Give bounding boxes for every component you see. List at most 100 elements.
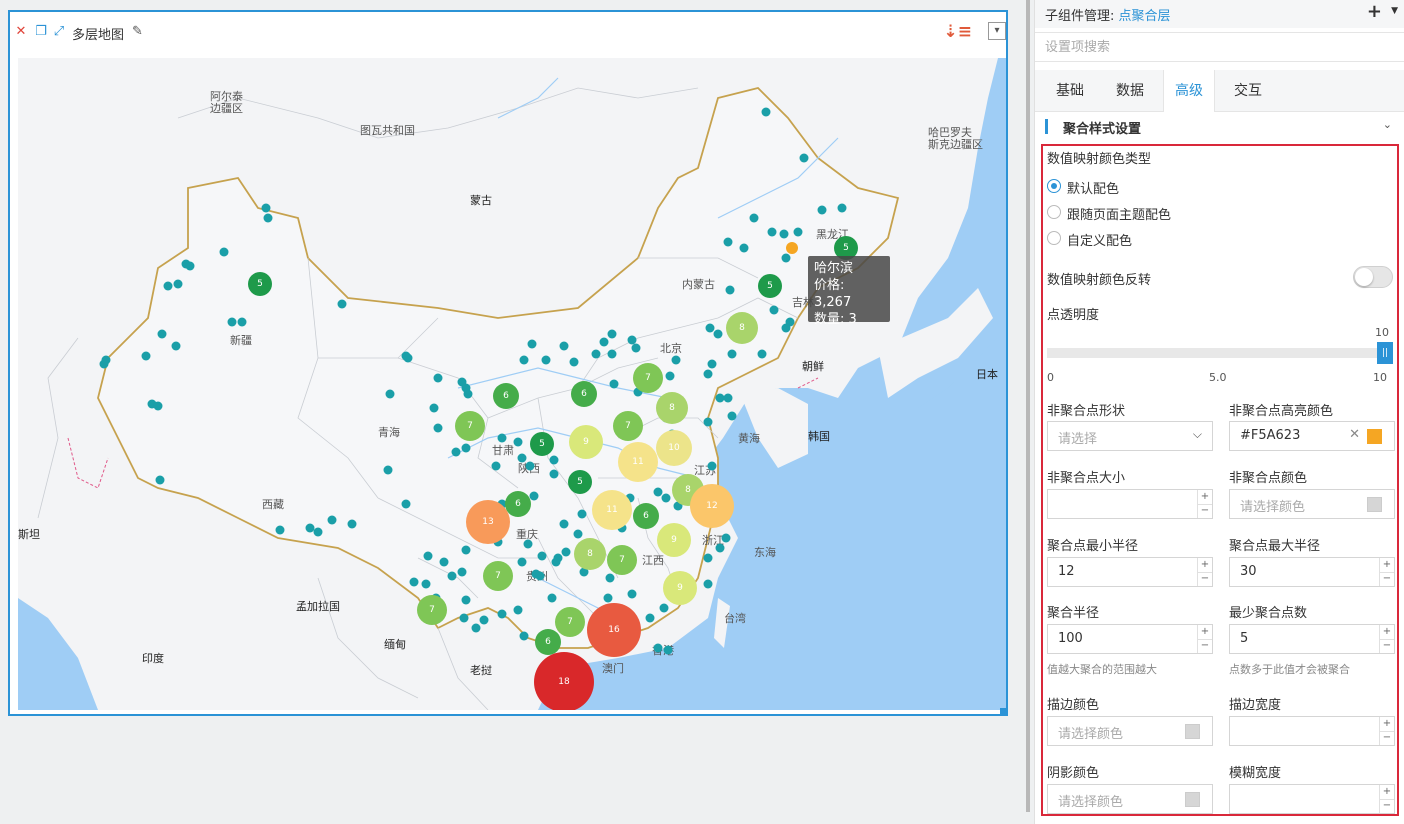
- chevron-down-icon[interactable]: ⌄: [1383, 118, 1392, 131]
- cluster-marker[interactable]: 9: [569, 425, 603, 459]
- map-point[interactable]: [157, 329, 167, 339]
- map-point[interactable]: [513, 605, 523, 615]
- map-point[interactable]: [313, 527, 323, 537]
- map-point[interactable]: [497, 433, 507, 443]
- increment-button[interactable]: +: [1198, 625, 1212, 640]
- map-point[interactable]: [463, 389, 473, 399]
- copy-icon[interactable]: ❐: [34, 25, 48, 39]
- map-point[interactable]: [261, 203, 271, 213]
- decrement-button[interactable]: −: [1198, 504, 1212, 518]
- map-point[interactable]: [451, 447, 461, 457]
- map-point[interactable]: [607, 329, 617, 339]
- map-point[interactable]: [749, 213, 759, 223]
- map-point[interactable]: [523, 539, 533, 549]
- map-point[interactable]: [547, 593, 557, 603]
- map-point[interactable]: [609, 379, 619, 389]
- clear-icon[interactable]: ✕: [1349, 427, 1360, 442]
- tab-data[interactable]: 数据: [1105, 70, 1155, 112]
- map-point[interactable]: [645, 613, 655, 623]
- map-point[interactable]: [723, 393, 733, 403]
- cluster-marker[interactable]: 9: [663, 571, 697, 605]
- map-point[interactable]: [577, 509, 587, 519]
- map-point[interactable]: [707, 461, 717, 471]
- map-point[interactable]: [471, 623, 481, 633]
- cluster-marker[interactable]: 7: [455, 411, 485, 441]
- map-point[interactable]: [163, 281, 173, 291]
- map-point[interactable]: [591, 349, 601, 359]
- map-point[interactable]: [519, 355, 529, 365]
- map-point[interactable]: [781, 323, 791, 333]
- map-point[interactable]: [479, 615, 489, 625]
- map-point[interactable]: [141, 351, 151, 361]
- cluster-marker[interactable]: 6: [535, 629, 561, 655]
- map-point[interactable]: [705, 323, 715, 333]
- map-point[interactable]: [723, 237, 733, 247]
- map-point[interactable]: [627, 589, 637, 599]
- cluster-marker[interactable]: 7: [417, 595, 447, 625]
- subcomponent-value[interactable]: 点聚合层: [1119, 9, 1171, 24]
- panel-splitter[interactable]: [1024, 0, 1032, 824]
- map-point[interactable]: [551, 557, 561, 567]
- map-point[interactable]: [573, 529, 583, 539]
- map-point[interactable]: [275, 525, 285, 535]
- blur-width-input[interactable]: + −: [1229, 784, 1395, 814]
- increment-button[interactable]: +: [1198, 558, 1212, 573]
- map-point[interactable]: [519, 631, 529, 641]
- map-point[interactable]: [603, 593, 613, 603]
- cluster-marker[interactable]: 6: [633, 503, 659, 529]
- cluster-marker[interactable]: 5: [248, 272, 272, 296]
- map-point[interactable]: [461, 443, 471, 453]
- map-point[interactable]: [173, 279, 183, 289]
- stroke-color-picker[interactable]: 请选择颜色: [1047, 716, 1213, 746]
- radio-button[interactable]: [1047, 205, 1061, 219]
- map-point[interactable]: [227, 317, 237, 327]
- map-point[interactable]: [713, 329, 723, 339]
- map-point[interactable]: [703, 369, 713, 379]
- opacity-slider[interactable]: [1047, 348, 1385, 358]
- settings-search-input[interactable]: [1035, 33, 1404, 61]
- china-map[interactable]: 阿尔泰边疆区图瓦共和国 哈巴罗夫斯克边疆区蒙古黑龙江内蒙古吉林新疆北京朝鲜日本青海…: [18, 58, 1006, 710]
- cluster-marker[interactable]: 5: [530, 432, 554, 456]
- map-point[interactable]: [665, 371, 675, 381]
- cluster-marker[interactable]: 16: [587, 603, 641, 657]
- tab-interaction[interactable]: 交互: [1223, 70, 1273, 112]
- map-point[interactable]: [461, 545, 471, 555]
- cluster-marker[interactable]: 8: [574, 538, 606, 570]
- cluster-marker[interactable]: 11: [592, 490, 632, 530]
- map-point[interactable]: [537, 551, 547, 561]
- nonagg-size-input[interactable]: + −: [1047, 489, 1213, 519]
- map-point[interactable]: [715, 543, 725, 553]
- cluster-marker[interactable]: 7: [607, 545, 637, 575]
- increment-button[interactable]: +: [1380, 625, 1394, 640]
- map-point[interactable]: [549, 455, 559, 465]
- map-point[interactable]: [447, 571, 457, 581]
- map-point[interactable]: [219, 247, 229, 257]
- decrement-button[interactable]: −: [1380, 639, 1394, 653]
- map-point[interactable]: [327, 515, 337, 525]
- pencil-icon[interactable]: ✎: [132, 24, 143, 39]
- close-icon[interactable]: ✕: [14, 25, 28, 39]
- map-point[interactable]: [739, 243, 749, 253]
- map-point[interactable]: [653, 487, 663, 497]
- nonagg-color-picker[interactable]: 请选择颜色: [1229, 489, 1395, 519]
- map-point[interactable]: [605, 573, 615, 583]
- map-point[interactable]: [541, 355, 551, 365]
- cluster-marker[interactable]: 11: [618, 442, 658, 482]
- map-point[interactable]: [385, 389, 395, 399]
- map-point[interactable]: [457, 377, 467, 387]
- cluster-marker[interactable]: 6: [493, 383, 519, 409]
- stroke-width-input[interactable]: + −: [1229, 716, 1395, 746]
- map-point[interactable]: [433, 373, 443, 383]
- chevron-down-icon[interactable]: ▾: [988, 22, 1006, 40]
- map-point[interactable]: [433, 423, 443, 433]
- map-point[interactable]: [459, 613, 469, 623]
- map-point[interactable]: [703, 579, 713, 589]
- map-point[interactable]: [721, 533, 731, 543]
- agg-radius-input[interactable]: 100 + −: [1047, 624, 1213, 654]
- map-point[interactable]: [517, 557, 527, 567]
- cluster-marker[interactable]: 5: [568, 470, 592, 494]
- cluster-marker[interactable]: 13: [466, 500, 510, 544]
- map-point[interactable]: [409, 577, 419, 587]
- map-point[interactable]: [757, 349, 767, 359]
- map-point[interactable]: [837, 203, 847, 213]
